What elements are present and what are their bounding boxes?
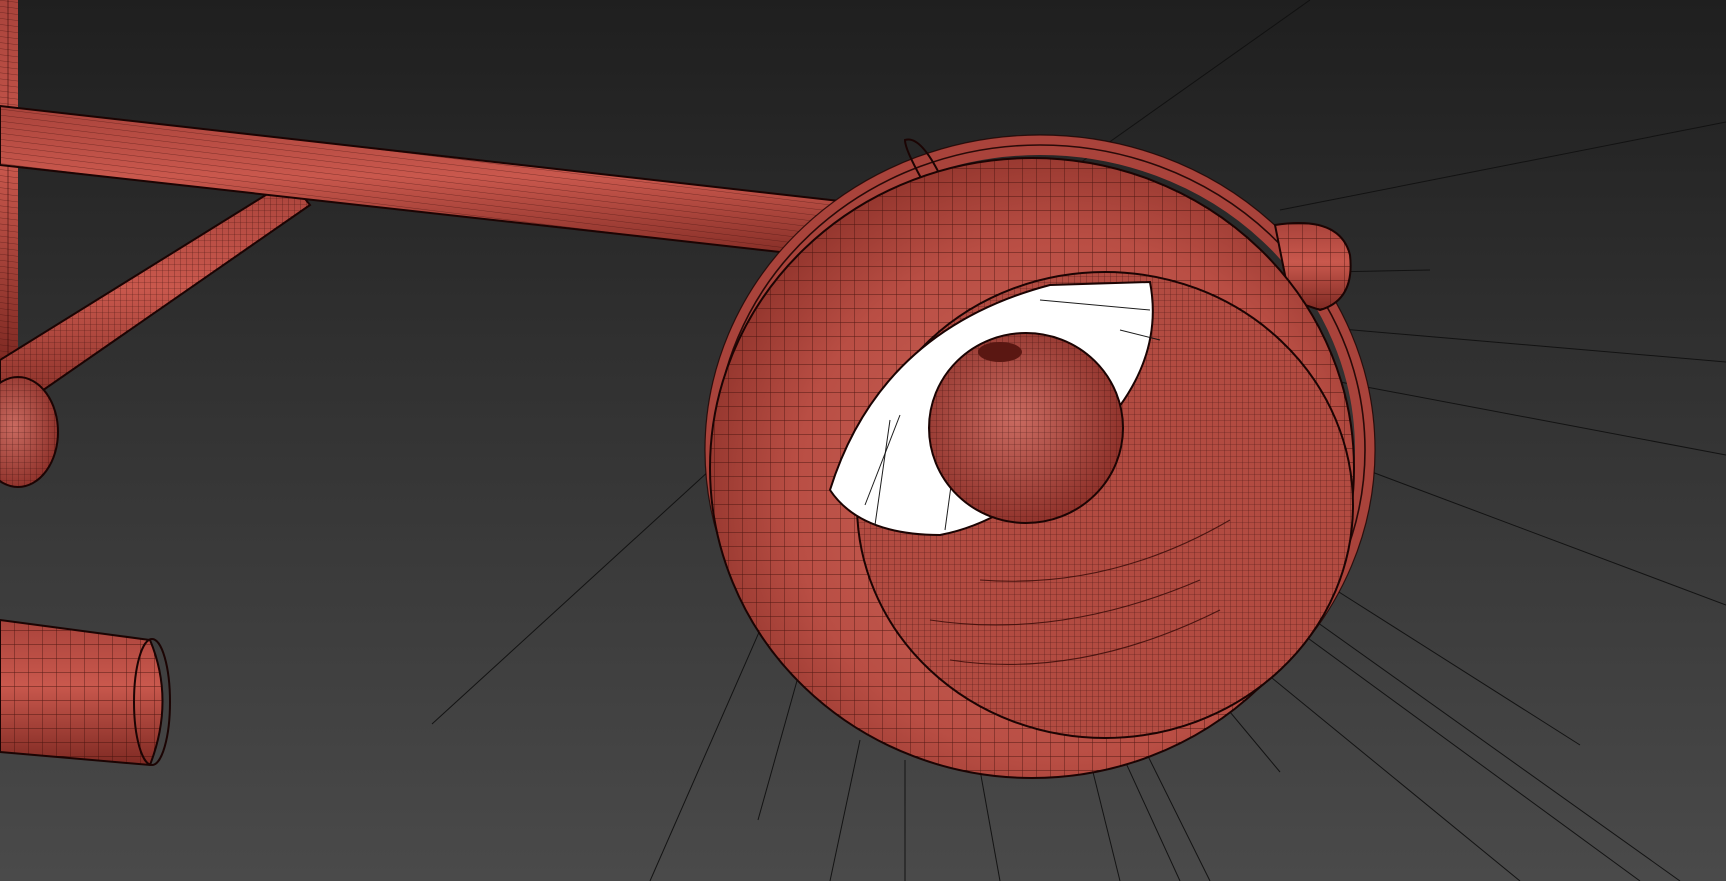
bottom-cylinder[interactable] — [0, 618, 171, 767]
light-bulb[interactable] — [928, 332, 1124, 524]
vertical-rod[interactable] — [0, 0, 18, 360]
scene-canvas[interactable] — [0, 0, 1726, 881]
3d-viewport[interactable] — [0, 0, 1726, 881]
